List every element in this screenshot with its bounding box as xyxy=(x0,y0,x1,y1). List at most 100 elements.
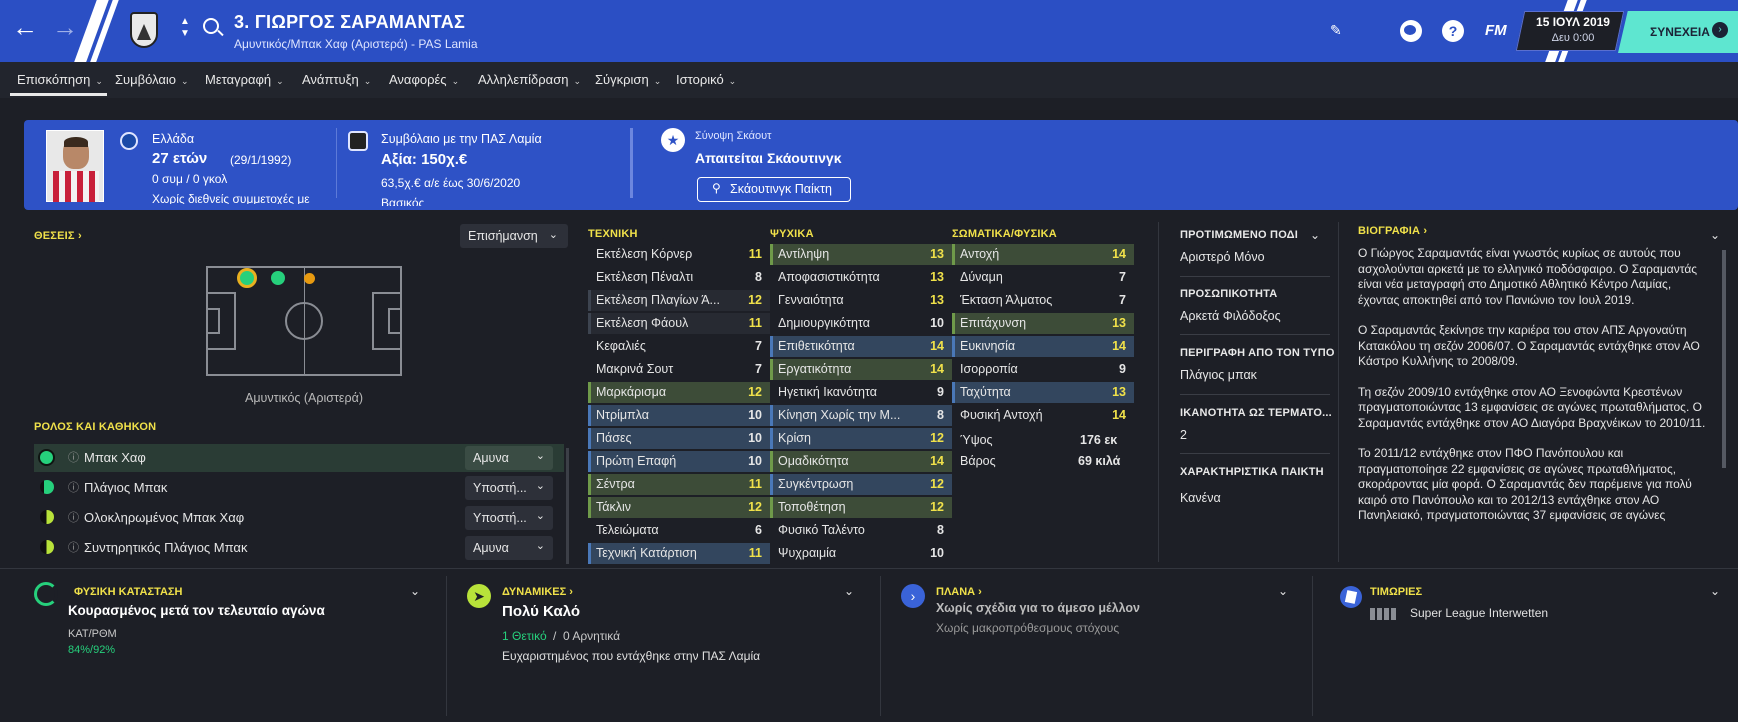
duty-dropdown[interactable]: Αμυνα ⌄ xyxy=(465,446,553,470)
info-icon[interactable]: ⓘ xyxy=(68,539,79,555)
dynamics-title[interactable]: ΔΥΝΑΜΙΚΕΣ › xyxy=(502,586,573,598)
forward-arrow-icon[interactable]: → xyxy=(52,14,78,40)
attribute-row[interactable]: Συγκέντρωση 12 xyxy=(770,474,952,495)
info-icon[interactable]: ⓘ xyxy=(68,479,79,495)
attribute-row[interactable]: Πρώτη Επαφή 10 xyxy=(588,451,770,472)
attribute-row[interactable]: Κίνηση Χωρίς την Μ... 8 xyxy=(770,405,952,426)
attribute-row[interactable]: Επιτάχυνση 13 xyxy=(952,313,1134,334)
scout-status: Απαιτείται Σκάουτινγκ xyxy=(695,150,842,166)
attribute-highlight-bar xyxy=(770,497,773,518)
tab-interaction[interactable]: Αλληλεπίδραση ⌄ xyxy=(478,72,581,87)
scout-player-button[interactable]: ⚲ Σκάουτινγκ Παίκτη xyxy=(697,177,851,202)
attribute-row[interactable]: Μακρινά Σουτ 7 xyxy=(588,359,770,380)
fm-logo[interactable]: FM xyxy=(1485,22,1507,39)
international-note: Χωρίς διεθνείς συμμετοχές με xyxy=(152,192,310,204)
attribute-row[interactable]: Αντοχή 14 xyxy=(952,244,1134,265)
attribute-row[interactable]: Ταχύτητα 13 xyxy=(952,382,1134,403)
tab-history[interactable]: Ιστορικό ⌄ xyxy=(676,72,736,87)
chevron-down-icon[interactable]: ⌄ xyxy=(410,584,420,598)
attribute-row[interactable]: Εκτέλεση Πέναλτι 8 xyxy=(588,267,770,288)
edit-pencil-icon[interactable]: ✎ xyxy=(1330,22,1342,39)
attribute-row[interactable]: Δύναμη 7 xyxy=(952,267,1134,288)
duty-dropdown[interactable]: Υποστή... ⌄ xyxy=(465,476,553,500)
role-name: Μπακ Χαφ xyxy=(84,450,146,465)
chevron-down-icon[interactable]: ⌄ xyxy=(1278,584,1288,598)
highlight-dropdown[interactable]: Επισήμανση ⌄ xyxy=(460,224,568,248)
player-cycle-icon[interactable]: ▲ ▼ xyxy=(180,16,190,40)
attribute-row[interactable]: Τελειώματα 6 xyxy=(588,520,770,541)
biography-scrollbar[interactable] xyxy=(1722,250,1726,468)
attribute-row[interactable]: Κεφαλιές 7 xyxy=(588,336,770,357)
player-value: Αξία: 150χ.€ xyxy=(381,151,468,168)
world-globe-icon[interactable] xyxy=(1400,20,1422,42)
scout-player-button-label[interactable]: Σκάουτινγκ Παίκτη xyxy=(730,182,832,196)
attribute-row[interactable]: Φυσικό Ταλέντο 8 xyxy=(770,520,952,541)
attribute-row[interactable]: Ισορροπία 9 xyxy=(952,359,1134,380)
pitch-diagram[interactable] xyxy=(206,266,402,376)
attribute-value: 12 xyxy=(748,293,762,307)
positions-label[interactable]: ΘΕΣΕΙΣ › xyxy=(34,230,82,242)
duty-dropdown[interactable]: Υποστή... ⌄ xyxy=(465,506,553,530)
info-icon[interactable]: ⓘ xyxy=(68,509,79,525)
attribute-row[interactable]: Τεχνική Κατάρτιση 11 xyxy=(588,543,770,564)
plans-title[interactable]: ΠΛΑΝΑ › xyxy=(936,586,982,598)
position-accomplished-marker[interactable] xyxy=(271,271,285,285)
attribute-row[interactable]: Πάσες 10 xyxy=(588,428,770,449)
attribute-row[interactable]: Αντίληψη 13 xyxy=(770,244,952,265)
club-badge-icon xyxy=(348,131,368,151)
attribute-row[interactable]: Τοποθέτηση 12 xyxy=(770,497,952,518)
chevron-down-icon[interactable]: ⌄ xyxy=(844,584,854,598)
mental-label: ΨΥΧΙΚΑ xyxy=(770,228,814,240)
dynamics-status: Πολύ Καλό xyxy=(502,603,581,620)
tab-transfer[interactable]: Μεταγραφή ⌄ xyxy=(205,72,284,87)
chevron-down-icon[interactable]: ⌄ xyxy=(1710,228,1720,242)
attribute-row[interactable]: Ντρίμπλα 10 xyxy=(588,405,770,426)
attribute-row[interactable]: Ψυχραιμία 10 xyxy=(770,543,952,564)
attribute-highlight-bar xyxy=(770,405,773,426)
attribute-row[interactable]: Ομαδικότητα 14 xyxy=(770,451,952,472)
continue-arrow-icon[interactable]: › xyxy=(1712,22,1728,38)
tab-reports[interactable]: Αναφορές ⌄ xyxy=(389,72,459,87)
tab-contract[interactable]: Συμβόλαιο ⌄ xyxy=(115,72,189,87)
search-icon[interactable] xyxy=(203,18,224,37)
attribute-value: 14 xyxy=(1112,408,1126,422)
attribute-row[interactable]: Εργατικότητα 14 xyxy=(770,359,952,380)
attribute-row[interactable]: Γενναιότητα 13 xyxy=(770,290,952,311)
attribute-row[interactable]: Φυσική Αντοχή 14 xyxy=(952,405,1134,426)
attribute-row[interactable]: Εκτέλεση Πλαγίων Ά... 12 xyxy=(588,290,770,311)
roles-scrollbar[interactable] xyxy=(566,448,569,564)
media-description-label: ΠΕΡΙΓΡΑΦΗ ΑΠΟ ΤΟΝ ΤΥΠΟ xyxy=(1180,347,1335,359)
attribute-row[interactable]: Τάκλιν 12 xyxy=(588,497,770,518)
duty-dropdown[interactable]: Αμυνα ⌄ xyxy=(465,536,553,560)
biography-label[interactable]: ΒΙΟΓΡΑΦΙΑ › xyxy=(1358,225,1427,237)
nationality[interactable]: Ελλάδα xyxy=(152,132,194,146)
chevron-down-icon[interactable]: ⌄ xyxy=(1310,228,1320,242)
info-icon[interactable]: ⓘ xyxy=(68,449,79,465)
chevron-down-icon[interactable]: ⌄ xyxy=(1710,584,1720,598)
attribute-row[interactable]: Εκτέλεση Κόρνερ 11 xyxy=(588,244,770,265)
back-arrow-icon[interactable]: ← xyxy=(12,14,38,40)
attribute-row[interactable]: Σέντρα 11 xyxy=(588,474,770,495)
info-scrollbar[interactable] xyxy=(630,128,633,198)
attribute-row[interactable]: Εκτέλεση Φάουλ 11 xyxy=(588,313,770,334)
continue-button-label[interactable]: ΣΥΝΕΧΕΙΑ xyxy=(1650,25,1710,39)
attribute-row[interactable]: Κρίση 12 xyxy=(770,428,952,449)
attribute-row[interactable]: Μαρκάρισμα 12 xyxy=(588,382,770,403)
attribute-row[interactable]: Δημιουργικότητα 10 xyxy=(770,313,952,334)
chevron-down-icon: ⌄ xyxy=(535,540,545,552)
club-crest-icon[interactable] xyxy=(130,12,158,48)
attribute-row[interactable]: Ηγετική Ικανότητα 9 xyxy=(770,382,952,403)
contract-club[interactable]: Συμβόλαιο με την ΠΑΣ Λαμία xyxy=(381,132,542,146)
position-unconvincing-marker[interactable] xyxy=(304,273,315,284)
player-age: 27 ετών xyxy=(152,150,208,167)
tab-overview[interactable]: Επισκόπηση ⌄ xyxy=(17,72,103,87)
tab-comparison[interactable]: Σύγκριση ⌄ xyxy=(595,72,661,87)
position-natural-marker[interactable] xyxy=(237,268,257,288)
help-icon[interactable]: ? xyxy=(1442,20,1464,42)
attribute-row[interactable]: Ευκινησία 14 xyxy=(952,336,1134,357)
attribute-row[interactable]: Επιθετικότητα 14 xyxy=(770,336,952,357)
attribute-row[interactable]: Αποφασιστικότητα 13 xyxy=(770,267,952,288)
tab-development[interactable]: Ανάπτυξη ⌄ xyxy=(302,72,371,87)
attribute-row[interactable]: Έκταση Άλματος 7 xyxy=(952,290,1134,311)
penalties-title: ΤΙΜΩΡΙΕΣ xyxy=(1370,586,1423,598)
